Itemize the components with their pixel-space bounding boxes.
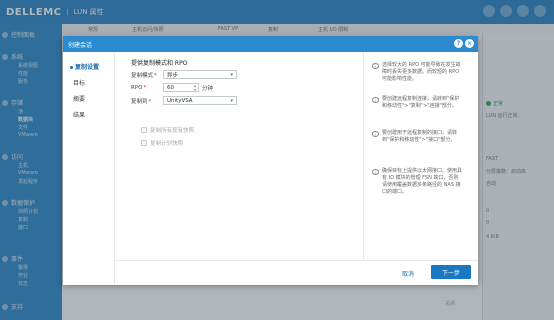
help-item: i 要创建远程复制连接，请转到"保护和移动性">"复制">"连接"部分。 [372,96,462,110]
close-icon[interactable]: × [465,39,474,48]
rpo-value: 60 [167,84,174,91]
target-value: UnityVSA [167,97,193,104]
help-text: 选择较大的 RPO 可能导致在发生故障时丢失更多数据。而较短的 RPO 可能影响… [382,62,461,82]
required-mark: * [154,72,157,79]
wizard-content: 提供复制模式和 RPO 复制模式* 异步 ▾ RPO* 60 ▴ ▾ 分钟 复制到… [131,58,371,147]
dialog-footer: 取消 下一步 [115,260,478,285]
step-target[interactable]: 目标 [73,78,85,87]
help-text: 要创建用于远程复制的接口，请转到"保护和移动性">"接口"部分。 [382,130,458,143]
help-item: i 要创建用于远程复制的接口，请转到"保护和移动性">"接口"部分。 [372,130,462,144]
info-icon: i [372,97,379,103]
target-row: 复制到* UnityVSA ▾ [131,96,237,105]
step-summary[interactable]: 摘要 [73,94,85,103]
cancel-button[interactable]: 取消 [391,267,425,279]
rpo-label-text: RPO [131,84,143,91]
dialog-header: 创建会话 ? × [63,36,478,52]
target-label-text: 复制到 [131,98,148,105]
mode-row: 复制模式* 异步 ▾ [131,70,237,79]
dialog-title: 创建会话 [68,41,93,49]
rpo-stepper[interactable]: 60 ▴ ▾ [163,83,199,92]
info-icon: i [372,63,379,69]
step-replication-settings[interactable]: 复制设置 [70,62,99,71]
chevron-down-icon: ▾ [230,98,233,104]
rpo-unit: 分钟 [202,85,214,92]
create-session-dialog: 创建会话 ? × 复制设置 目标 摘要 结果 提供复制模式和 RPO 复制模式*… [63,36,478,285]
rpo-label: RPO* [131,85,163,91]
checkbox-label: 复制所有现有快照 [150,128,195,134]
wizard-steps: 复制设置 目标 摘要 结果 [63,52,115,285]
mode-label: 复制模式* [131,71,163,79]
stepper-arrows-icon[interactable]: ▴ ▾ [194,84,196,92]
checkbox-label: 复制计划快照 [150,141,184,147]
section-title: 提供复制模式和 RPO [131,60,188,67]
help-panel: i 选择较大的 RPO 可能导致在发生故障时丢失更多数据。而较短的 RPO 可能影… [363,52,478,260]
help-text: 要创建远程复制连接，请转到"保护和移动性">"复制">"连接"部分。 [382,96,460,109]
help-icon[interactable]: ? [454,39,463,48]
info-icon: i [372,131,379,137]
checkbox-copy-scheduled-snapshots[interactable]: 复制计划快照 [141,139,183,147]
help-item: i 确保目标上提供以太网接口。使用具有 IO 模块的管理 FSN 端口，否则请使用… [372,168,462,196]
active-step-bullet [70,66,73,69]
target-select[interactable]: UnityVSA ▾ [163,96,237,105]
mode-label-text: 复制模式 [131,72,154,79]
required-mark: * [148,98,152,105]
info-icon: i [372,169,379,175]
step-results[interactable]: 结果 [73,110,85,119]
mode-select[interactable]: 异步 ▾ [163,70,237,79]
dialog-header-icons: ? × [454,39,474,48]
checkbox-box[interactable] [141,140,147,146]
required-mark: * [143,84,147,91]
mode-value: 异步 [167,72,179,79]
help-item: i 选择较大的 RPO 可能导致在发生故障时丢失更多数据。而较短的 RPO 可能影… [372,62,462,83]
chevron-down-icon: ▾ [230,72,233,78]
help-text: 确保目标上提供以太网接口。使用具有 IO 模块的管理 FSN 端口，否则请使用覆… [382,168,463,195]
rpo-row: RPO* 60 ▴ ▾ 分钟 [131,83,213,92]
checkbox-box[interactable] [141,127,147,133]
checkbox-copy-existing-snapshots[interactable]: 复制所有现有快照 [141,126,194,134]
step-label: 复制设置 [75,64,100,71]
next-button[interactable]: 下一步 [431,265,471,279]
target-label: 复制到* [131,97,163,105]
